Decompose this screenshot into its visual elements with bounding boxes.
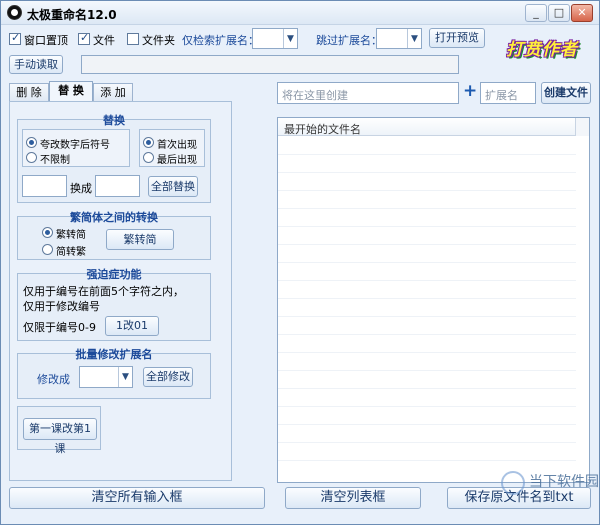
tab-delete[interactable]: 删 除	[9, 83, 49, 103]
list-row	[278, 155, 576, 173]
ext-change-label: 修改成	[37, 373, 70, 386]
unlimited-label: 不限制	[40, 155, 70, 166]
close-icon: ✕	[577, 6, 587, 19]
ext-combo[interactable]: ▼	[79, 366, 133, 388]
ocd-note-2: 仅用于修改编号	[23, 300, 100, 313]
list-row	[278, 353, 576, 371]
ext-input[interactable]: 扩展名	[480, 82, 536, 104]
folders-checkbox[interactable]	[127, 33, 139, 45]
ocd-limit-label: 仅限于编号0-9	[23, 321, 96, 334]
open-preview-button[interactable]: 打开预览	[429, 28, 485, 48]
scrollbar-corner	[575, 118, 589, 136]
list-row	[278, 425, 576, 443]
list-header: 最开始的文件名	[278, 118, 589, 136]
convert-group-title: 繁简体之间的转换	[70, 211, 158, 224]
list-row	[278, 191, 576, 209]
list-row	[278, 281, 576, 299]
manual-read-button[interactable]: 手动读取	[9, 55, 63, 74]
convert-button[interactable]: 繁转简	[106, 229, 174, 250]
list-row	[278, 335, 576, 353]
replace-all-button[interactable]: 全部替换	[148, 176, 198, 197]
list-row	[278, 245, 576, 263]
pad-number-button[interactable]: 1改01	[105, 316, 159, 336]
minimize-button[interactable]: _	[525, 4, 547, 22]
maximize-icon: □	[553, 6, 565, 19]
list-row	[278, 299, 576, 317]
skip-ext-combo[interactable]: ▼	[376, 28, 422, 49]
change-all-ext-button[interactable]: 全部修改	[143, 367, 193, 387]
simp-to-trad-label: 简转繁	[56, 247, 86, 258]
chevron-down-icon: ▼	[283, 29, 297, 48]
list-row	[278, 173, 576, 191]
tab-add[interactable]: 添 加	[93, 83, 133, 103]
trad-to-simp-label: 繁转简	[56, 230, 86, 241]
list-row	[278, 263, 576, 281]
replace-with-label: 换成	[70, 182, 92, 195]
last-occurrence-radio[interactable]	[143, 152, 154, 163]
list-row	[278, 371, 576, 389]
watermark-icon	[501, 471, 525, 495]
list-row	[278, 227, 576, 245]
ocd-note-1: 仅用于编号在前面5个字符之内，	[23, 285, 184, 298]
first-occurrence-label: 首次出现	[157, 140, 197, 151]
create-name-placeholder: 将在这里创建	[282, 89, 348, 102]
replace-input[interactable]	[95, 175, 140, 197]
change-suffix-label: 夸改数字后符号	[40, 140, 110, 151]
skip-ext-label: 跳过扩展名：	[316, 34, 382, 47]
last-occurrence-label: 最后出现	[157, 155, 197, 166]
chevron-down-icon: ▼	[407, 29, 421, 48]
taiji-icon	[7, 5, 22, 20]
files-label: 文件	[93, 34, 115, 47]
clear-inputs-button[interactable]: 清空所有输入框	[9, 487, 265, 509]
author-logo: 打贲作者	[506, 40, 578, 60]
unlimited-radio[interactable]	[26, 152, 37, 163]
list-row	[278, 443, 576, 461]
create-name-input[interactable]: 将在这里创建	[277, 82, 459, 104]
always-on-top-label: 窗口置顶	[24, 34, 68, 47]
list-header-filename[interactable]: 最开始的文件名	[284, 121, 361, 137]
create-file-button[interactable]: 创建文件	[541, 82, 591, 104]
plus-icon: +	[463, 81, 478, 101]
list-row	[278, 389, 576, 407]
list-row	[278, 317, 576, 335]
close-button[interactable]: ✕	[571, 4, 593, 22]
watermark-text: 当下软件园	[529, 474, 599, 490]
window-title: 太极重命名12.0	[27, 8, 117, 22]
clear-list-button[interactable]: 清空列表框	[285, 487, 421, 509]
list-row	[278, 209, 576, 227]
trad-to-simp-radio[interactable]	[42, 227, 53, 238]
always-on-top-checkbox[interactable]	[9, 31, 21, 45]
search-ext-label: 仅检索扩展名：	[182, 34, 259, 47]
change-suffix-radio[interactable]	[26, 137, 37, 148]
first-occurrence-radio[interactable]	[143, 137, 154, 148]
title-bar: 太极重命名12.0 _ □ ✕	[1, 1, 599, 25]
lesson-button[interactable]: 第一课改第1课	[23, 418, 97, 455]
chevron-down-icon: ▼	[118, 367, 132, 387]
replace-group-title: 替换	[103, 114, 125, 127]
file-list[interactable]: 最开始的文件名	[277, 117, 590, 483]
list-row	[278, 137, 576, 155]
tab-replace[interactable]: 替 换	[49, 81, 93, 103]
folders-label: 文件夹	[142, 34, 175, 47]
search-ext-combo[interactable]: ▼	[252, 28, 298, 49]
ext-group-title: 批量修改扩展名	[75, 348, 153, 361]
ocd-group-title: 强迫症功能	[86, 268, 142, 281]
files-checkbox[interactable]	[78, 31, 90, 45]
path-field[interactable]	[81, 55, 459, 74]
minimize-icon: _	[533, 6, 539, 19]
main-window: 太极重命名12.0 _ □ ✕ 窗口置顶 文件 文件夹 仅检索扩展名： ▼ 跳过…	[0, 0, 600, 525]
simp-to-trad-radio[interactable]	[42, 244, 53, 255]
list-row	[278, 407, 576, 425]
maximize-button[interactable]: □	[548, 4, 570, 22]
find-input[interactable]	[22, 175, 67, 197]
ext-input-placeholder: 扩展名	[485, 89, 518, 102]
